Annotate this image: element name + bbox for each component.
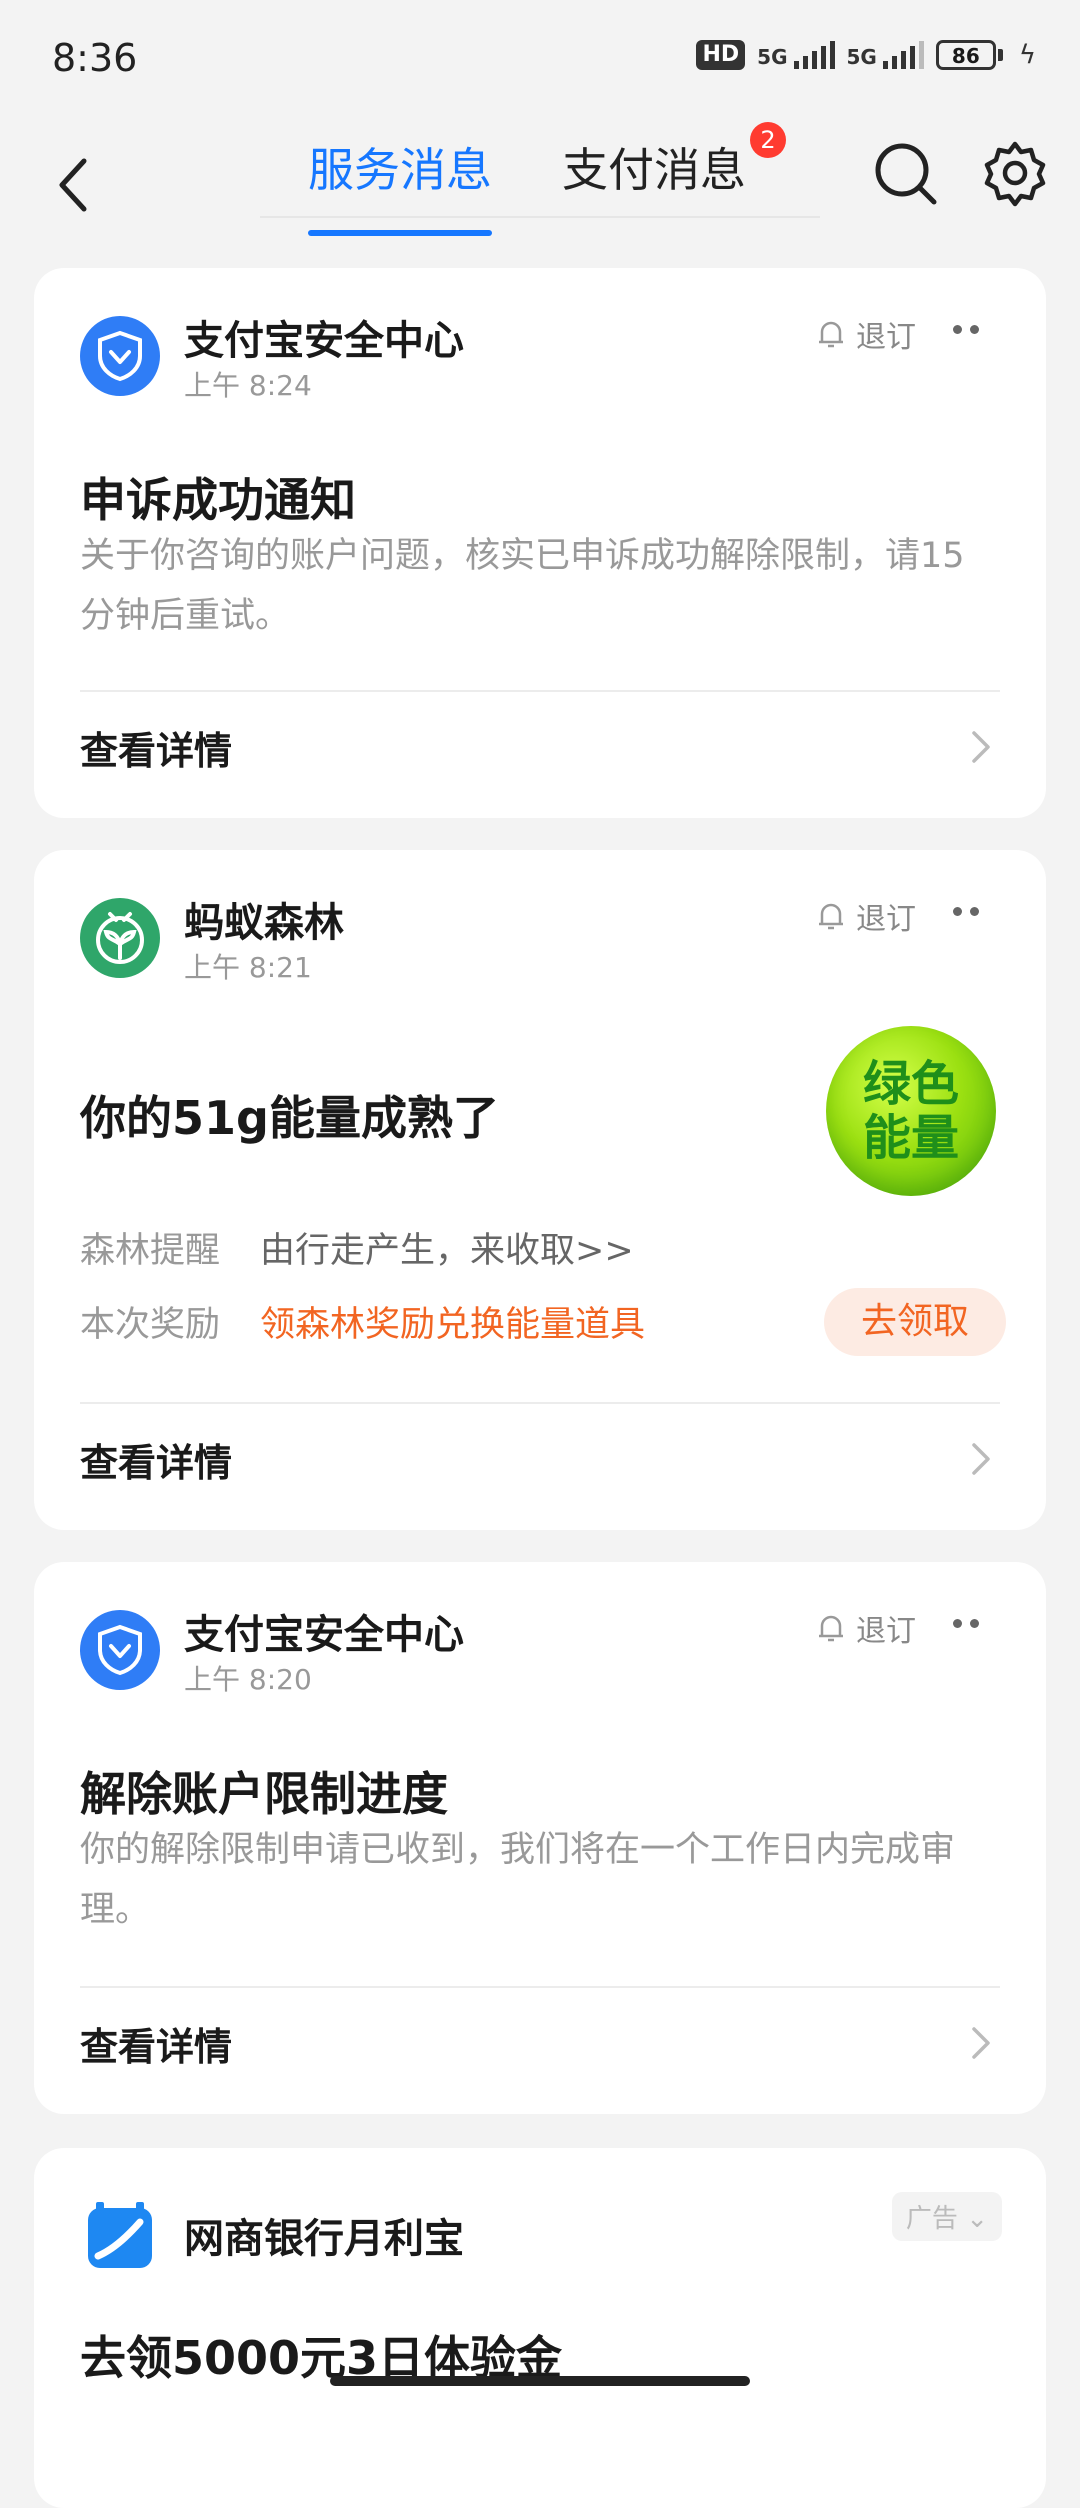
status-bar: 8:36 HD 5G 5G 86 ϟ bbox=[0, 0, 1080, 120]
sprout-icon bbox=[96, 912, 144, 964]
header-divider bbox=[260, 216, 820, 218]
shield-icon bbox=[98, 330, 142, 382]
shield-icon bbox=[98, 1624, 142, 1676]
sender-name[interactable]: 支付宝安全中心 bbox=[184, 1602, 464, 1660]
chevron-right-icon bbox=[972, 2027, 990, 2059]
back-button[interactable] bbox=[44, 140, 104, 230]
message-card: 支付宝安全中心 上午 8:20 退订 解除账户限制进度 你的解除限制申请已收到，… bbox=[34, 1562, 1046, 2114]
search-icon bbox=[875, 143, 937, 205]
sender-name[interactable]: 支付宝安全中心 bbox=[184, 308, 464, 366]
message-card: 蚂蚁森林 上午 8:21 退订 你的51g能量成熟了 绿色 能量 森林提醒 由行走… bbox=[34, 850, 1046, 1530]
ad-card[interactable]: 网商银行月利宝 广告 ⌄ 去领5000元3日体验金 bbox=[34, 2148, 1046, 2508]
sender-avatar[interactable] bbox=[80, 2196, 160, 2276]
sender-name[interactable]: 蚂蚁森林 bbox=[184, 890, 344, 948]
view-details-button[interactable]: 查看详情 bbox=[80, 692, 1000, 802]
settings-button[interactable] bbox=[980, 138, 1050, 208]
more-button[interactable] bbox=[946, 896, 986, 926]
search-button[interactable] bbox=[870, 138, 940, 208]
status-time: 8:36 bbox=[52, 36, 138, 80]
sender-avatar[interactable] bbox=[80, 1610, 160, 1690]
charging-icon: ϟ bbox=[1018, 40, 1036, 70]
chevron-right-icon bbox=[972, 731, 990, 763]
message-card: 支付宝安全中心 上午 8:24 退订 申诉成功通知 关于你咨询的账户问题，核实已… bbox=[34, 268, 1046, 818]
unread-badge: 2 bbox=[750, 122, 786, 158]
home-indicator[interactable] bbox=[330, 2376, 750, 2386]
sender-name[interactable]: 网商银行月利宝 bbox=[184, 2206, 464, 2264]
bell-icon bbox=[819, 903, 843, 930]
message-title: 申诉成功通知 bbox=[80, 473, 356, 527]
row-label: 森林提醒 bbox=[80, 1231, 221, 1271]
message-time: 上午 8:24 bbox=[184, 369, 312, 402]
chevron-right-icon bbox=[972, 1443, 990, 1475]
unsubscribe-button[interactable]: 退订 bbox=[816, 312, 916, 356]
hd-icon: HD bbox=[696, 40, 746, 70]
message-title: 你的51g能量成熟了 bbox=[80, 1091, 499, 1145]
active-tab-indicator bbox=[308, 230, 492, 236]
promo-image bbox=[866, 2324, 986, 2384]
unsubscribe-button[interactable]: 退订 bbox=[816, 1606, 916, 1650]
view-details-label: 查看详情 bbox=[80, 1440, 233, 1485]
signal-icon-2: 5G bbox=[847, 41, 924, 69]
tab-service-messages[interactable]: 服务消息 bbox=[308, 120, 492, 236]
header: 服务消息 支付消息 2 bbox=[0, 120, 1080, 250]
view-details-button[interactable]: 查看详情 bbox=[80, 1988, 1000, 2098]
battery-icon: 86 bbox=[935, 40, 1003, 70]
reward-link[interactable]: 领森林奖励兑换能量道具 bbox=[260, 1296, 645, 1347]
chevron-left-icon bbox=[59, 158, 87, 212]
bank-icon bbox=[88, 2202, 152, 2268]
message-body: 你的解除限制申请已收到，我们将在一个工作日内完成审理。 bbox=[80, 1830, 956, 1930]
message-title: 解除账户限制进度 bbox=[80, 1767, 448, 1821]
more-icon bbox=[953, 906, 962, 916]
view-details-label: 查看详情 bbox=[80, 728, 233, 773]
status-icons: HD 5G 5G 86 ϟ bbox=[696, 40, 1036, 70]
view-details-label: 查看详情 bbox=[80, 2024, 233, 2069]
ad-tag[interactable]: 广告 ⌄ bbox=[891, 2192, 1002, 2241]
row-value[interactable]: 由行走产生，来收取>> bbox=[260, 1222, 634, 1273]
claim-button[interactable]: 去领取 bbox=[824, 1288, 1006, 1356]
more-button[interactable] bbox=[946, 314, 986, 344]
signal-icon: 5G bbox=[757, 41, 835, 69]
tab-payment-messages[interactable]: 支付消息 2 bbox=[562, 120, 786, 220]
unsubscribe-button[interactable]: 退订 bbox=[816, 894, 916, 938]
bell-icon bbox=[819, 321, 843, 348]
sender-avatar[interactable] bbox=[80, 316, 160, 396]
sender-avatar[interactable] bbox=[80, 898, 160, 978]
more-icon bbox=[953, 324, 962, 334]
message-body: 关于你咨询的账户问题，核实已申诉成功解除限制，请15分钟后重试。 bbox=[80, 536, 965, 636]
view-details-button[interactable]: 查看详情 bbox=[80, 1404, 1000, 1514]
row-label: 本次奖励 bbox=[80, 1305, 221, 1345]
green-energy-icon[interactable]: 绿色 能量 bbox=[826, 1026, 996, 1196]
gear-icon bbox=[984, 141, 1046, 207]
message-time: 上午 8:21 bbox=[184, 951, 312, 984]
tab-bar: 服务消息 支付消息 2 bbox=[300, 120, 820, 236]
bell-icon bbox=[819, 1615, 843, 1642]
message-time: 上午 8:20 bbox=[184, 1663, 312, 1696]
more-button[interactable] bbox=[946, 1608, 986, 1638]
more-icon bbox=[953, 1618, 962, 1628]
